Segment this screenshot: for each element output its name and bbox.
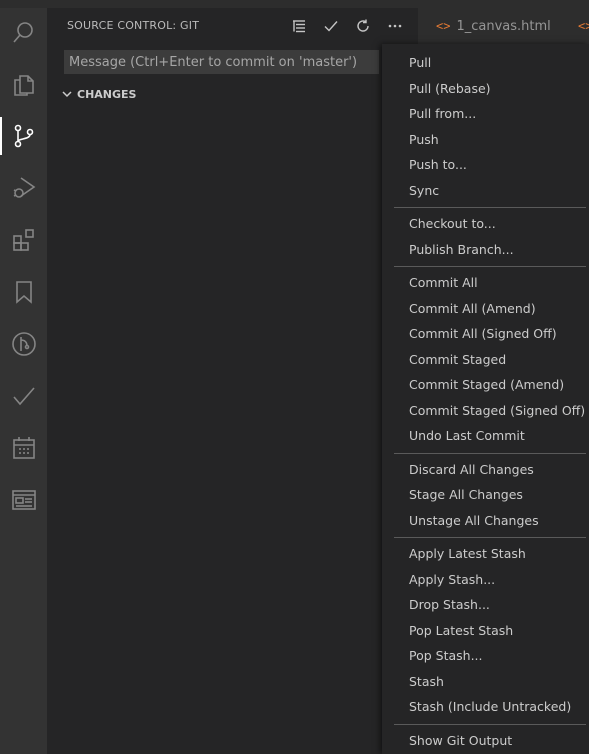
menu-item-undo-last-commit[interactable]: Undo Last Commit [382, 423, 589, 448]
menu-separator [394, 266, 586, 267]
activity-extensions[interactable] [0, 217, 47, 263]
menu-item-commit-all-signed-off[interactable]: Commit All (Signed Off) [382, 321, 589, 346]
menu-item-pull[interactable]: Pull [382, 50, 589, 75]
view-as-tree-button[interactable] [287, 14, 311, 38]
activity-browser-preview[interactable] [0, 477, 47, 523]
menu-separator [394, 723, 586, 725]
tab-canvas-html[interactable]: <> 1_canvas.html [436, 8, 551, 44]
menu-separator [394, 207, 586, 208]
menu-item-apply-latest-stash[interactable]: Apply Latest Stash [382, 541, 589, 566]
menu-item-show-git-output[interactable]: Show Git Output [382, 728, 589, 753]
activity-bookmarks[interactable] [0, 269, 47, 315]
activity-explorer[interactable] [0, 62, 47, 108]
checkmark-icon [12, 387, 35, 406]
source-control-icon [14, 124, 33, 148]
activity-checks[interactable] [0, 373, 47, 419]
menu-item-discard-all-changes[interactable]: Discard All Changes [382, 457, 589, 482]
menu-item-push-to[interactable]: Push to... [382, 152, 589, 177]
bookmark-icon [15, 281, 32, 304]
chevron-down-icon [62, 91, 72, 98]
changes-section-header[interactable]: CHANGES [61, 84, 136, 104]
menu-item-sync[interactable]: Sync [382, 178, 589, 203]
menu-item-pop-latest-stash[interactable]: Pop Latest Stash [382, 618, 589, 643]
menu-item-push[interactable]: Push [382, 127, 589, 152]
tab-label: 1_canvas.html [456, 18, 551, 34]
activity-search[interactable] [0, 10, 47, 56]
files-icon [13, 75, 34, 96]
changes-label: CHANGES [77, 87, 137, 101]
run-debug-icon [13, 177, 35, 198]
commit-check-icon [324, 21, 338, 32]
sidebar-title: SOURCE CONTROL: GIT [67, 19, 200, 32]
sidebar-actions [287, 14, 407, 38]
editor-tab-bar: <> 1_canvas.html <> [418, 8, 589, 44]
commit-button[interactable] [319, 14, 343, 38]
more-actions-button[interactable] [383, 14, 407, 38]
search-icon [12, 22, 33, 43]
activity-bar [0, 8, 47, 754]
source-control-sidebar: SOURCE CONTROL: GIT CHANGES [47, 8, 402, 754]
tab-second-file[interactable]: <> [578, 8, 589, 44]
activity-run-debug[interactable] [0, 165, 47, 211]
menu-item-publish-branch[interactable]: Publish Branch... [382, 237, 589, 262]
extensions-icon [12, 229, 34, 251]
refresh-button[interactable] [351, 14, 375, 38]
menu-item-commit-staged-amend[interactable]: Commit Staged (Amend) [382, 372, 589, 397]
commit-message-input[interactable] [64, 50, 379, 74]
activity-git-graph[interactable] [0, 321, 47, 367]
menu-item-checkout-to[interactable]: Checkout to... [382, 211, 589, 236]
git-graph-icon [11, 332, 36, 356]
menu-item-stash-include-untracked[interactable]: Stash (Include Untracked) [382, 694, 589, 719]
menu-item-pull-from[interactable]: Pull from... [382, 101, 589, 126]
html-file-icon: <> [578, 19, 589, 33]
git-more-actions-menu: Pull Pull (Rebase) Pull from... Push Push to… [382, 44, 589, 754]
menu-item-pop-stash[interactable]: Pop Stash... [382, 643, 589, 668]
menu-item-stage-all-changes[interactable]: Stage All Changes [382, 482, 589, 507]
title-bar-strip [0, 0, 589, 8]
activity-calendar[interactable] [0, 425, 47, 471]
menu-item-stash[interactable]: Stash [382, 669, 589, 694]
menu-item-commit-all-amend[interactable]: Commit All (Amend) [382, 296, 589, 321]
menu-item-apply-stash[interactable]: Apply Stash... [382, 567, 589, 592]
menu-separator [394, 452, 586, 454]
refresh-icon [357, 19, 369, 32]
menu-item-commit-staged-signed-off[interactable]: Commit Staged (Signed Off) [382, 398, 589, 423]
menu-item-pull-rebase[interactable]: Pull (Rebase) [382, 76, 589, 101]
more-actions-icon [388, 24, 402, 28]
menu-item-commit-all[interactable]: Commit All [382, 270, 589, 295]
calendar-icon [12, 437, 35, 459]
view-as-tree-icon [293, 20, 305, 33]
browser-preview-icon [11, 490, 36, 510]
activity-source-control[interactable] [0, 113, 47, 159]
menu-item-unstage-all-changes[interactable]: Unstage All Changes [382, 508, 589, 533]
menu-item-drop-stash[interactable]: Drop Stash... [382, 592, 589, 617]
menu-item-commit-staged[interactable]: Commit Staged [382, 347, 589, 372]
sidebar-header: SOURCE CONTROL: GIT [47, 8, 402, 44]
menu-separator [394, 537, 586, 538]
html-file-icon: <> [436, 19, 451, 33]
